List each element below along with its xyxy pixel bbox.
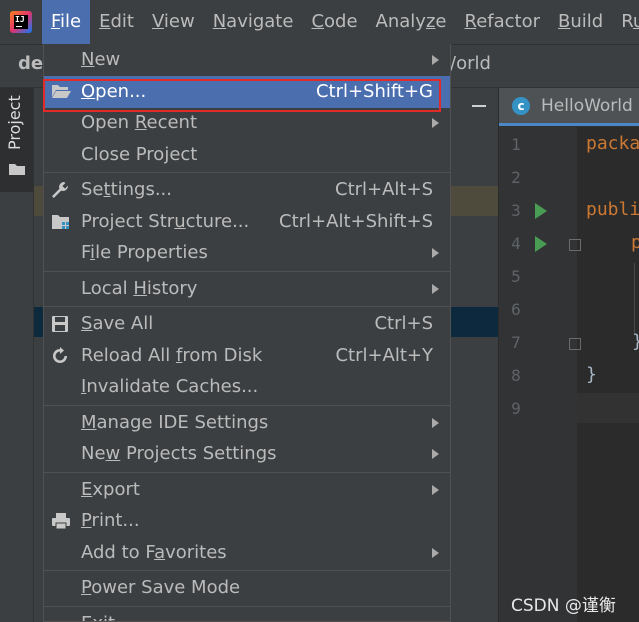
submenu-arrow-icon — [432, 55, 439, 65]
file-menu-item-local-history[interactable]: Local History — [44, 273, 450, 305]
file-menu-item-export[interactable]: Export — [44, 474, 450, 506]
submenu-arrow-icon — [432, 118, 439, 128]
menu-item-label: Reload All from Disk — [81, 344, 263, 366]
menu-separator — [44, 471, 450, 473]
menu-separator — [44, 270, 450, 272]
folder-icon — [9, 164, 25, 175]
project-structure-icon — [51, 213, 71, 231]
submenu-arrow-icon — [432, 547, 439, 558]
save-icon — [51, 315, 71, 333]
menu-item-label: Close Project — [81, 143, 198, 165]
file-menu-item-file-properties[interactable]: File Properties — [44, 237, 450, 269]
run-gutter-icon[interactable] — [535, 203, 547, 219]
print-icon — [51, 512, 71, 530]
menu-item-label: Settings... — [81, 179, 172, 200]
menu-refactor[interactable]: Refactor — [455, 0, 549, 44]
main-menu-bar: IJ File Edit View Navigate Code Analyze … — [0, 0, 639, 45]
menu-separator — [44, 306, 450, 307]
file-menu-item-print[interactable]: Print... — [44, 505, 450, 537]
code-line: } — [632, 331, 639, 352]
menu-item-shortcut: Ctrl+Alt+Shift+S — [279, 210, 433, 232]
menu-separator — [44, 172, 450, 173]
code-line: p — [631, 232, 639, 253]
menu-separator — [44, 605, 450, 607]
menu-item-label: Project Structure... — [81, 210, 250, 232]
submenu-arrow-icon — [432, 417, 439, 428]
code-line: packa — [586, 133, 639, 154]
file-menu-item-add-to-favorites[interactable]: Add to Favorites — [44, 537, 450, 569]
file-menu-item-project-structure[interactable]: Project Structure... Ctrl+Alt+Shift+S — [44, 206, 450, 238]
menu-item-label: Exit — [81, 608, 115, 622]
line-number: 1 — [511, 135, 521, 154]
submenu-arrow-icon — [432, 248, 439, 258]
line-number: 7 — [511, 333, 521, 352]
annotation-highlight-box — [43, 79, 441, 112]
menu-code[interactable]: Code — [302, 0, 366, 44]
menu-item-shortcut: Ctrl+Alt+Y — [335, 344, 433, 366]
line-number: 5 — [511, 267, 521, 286]
caret-row-highlight — [577, 393, 639, 423]
menu-item-label: Print... — [81, 510, 140, 531]
file-menu-item-close-project[interactable]: Close Project — [44, 139, 450, 171]
indent-guide — [634, 263, 635, 333]
file-menu-dropdown: New Open... Ctrl+Shift+G Open Recent Close P… — [43, 44, 451, 622]
line-number: 6 — [511, 300, 521, 319]
submenu-arrow-icon — [432, 283, 439, 294]
file-menu-item-invalidate-caches[interactable]: Invalidate Caches... — [44, 371, 450, 403]
file-menu-item-manage-ide-settings[interactable]: Manage IDE Settings — [44, 407, 450, 439]
line-number: 3 — [511, 201, 521, 220]
csdn-watermark: CSDN @谨衡 — [511, 596, 616, 616]
nav-file-name[interactable]: /orld — [450, 53, 491, 74]
file-menu-item-new-projects-settings[interactable]: New Projects Settings — [44, 438, 450, 470]
project-tool-tab-label: Project — [5, 95, 24, 150]
menu-item-label: Export — [81, 478, 140, 500]
file-menu-item-new[interactable]: New — [44, 44, 450, 76]
submenu-arrow-icon — [432, 449, 439, 459]
collapse-panel-icon[interactable] — [472, 105, 486, 107]
class-file-icon: c — [512, 97, 530, 115]
code-line: publi — [586, 199, 639, 220]
menu-item-label: Manage IDE Settings — [81, 411, 269, 433]
menu-item-label: Save All — [81, 313, 154, 334]
wrench-icon — [51, 181, 71, 199]
intellij-logo-icon[interactable]: IJ — [10, 11, 32, 33]
code-line: } — [586, 364, 597, 385]
fold-marker-icon[interactable] — [569, 239, 581, 251]
reload-icon — [51, 346, 71, 365]
menu-item-shortcut: Ctrl+S — [374, 313, 433, 334]
menu-run[interactable]: Ru — [612, 0, 639, 44]
menu-item-label: Power Save Mode — [81, 577, 241, 598]
run-gutter-icon[interactable] — [535, 236, 547, 252]
menu-separator — [44, 404, 450, 406]
line-number: 8 — [511, 366, 521, 385]
menu-build[interactable]: Build — [549, 0, 612, 44]
menu-item-label: File Properties — [81, 242, 208, 263]
menu-item-label: New — [81, 49, 121, 70]
menu-item-label: Local History — [81, 277, 198, 299]
menu-analyze[interactable]: Analyze — [367, 0, 456, 44]
file-menu-item-exit[interactable]: Exit — [44, 608, 450, 622]
nav-project-name[interactable]: de — [18, 53, 43, 74]
fold-marker-icon[interactable] — [569, 338, 581, 350]
line-number: 9 — [511, 399, 521, 418]
file-menu-item-settings[interactable]: Settings... Ctrl+Alt+S — [44, 174, 450, 206]
menu-navigate[interactable]: Navigate — [204, 0, 303, 44]
menu-item-shortcut: Ctrl+Alt+S — [335, 179, 433, 200]
menu-item-label: New Projects Settings — [81, 443, 277, 464]
file-menu-item-power-save-mode[interactable]: Power Save Mode — [44, 572, 450, 604]
menu-edit[interactable]: Edit — [90, 0, 143, 44]
submenu-arrow-icon — [432, 484, 439, 495]
menu-separator — [44, 570, 450, 571]
file-menu-item-reload-all-from-disk[interactable]: Reload All from Disk Ctrl+Alt+Y — [44, 340, 450, 372]
menu-file[interactable]: File — [42, 0, 91, 44]
line-number: 2 — [511, 168, 521, 187]
file-menu-item-save-all[interactable]: Save All Ctrl+S — [44, 308, 450, 340]
menu-item-label: Add to Favorites — [81, 541, 227, 563]
editor-tab-label: HelloWorld — [541, 96, 633, 116]
menu-item-label: Invalidate Caches... — [81, 376, 259, 397]
line-number: 4 — [511, 234, 521, 253]
menu-view[interactable]: View — [143, 0, 204, 44]
